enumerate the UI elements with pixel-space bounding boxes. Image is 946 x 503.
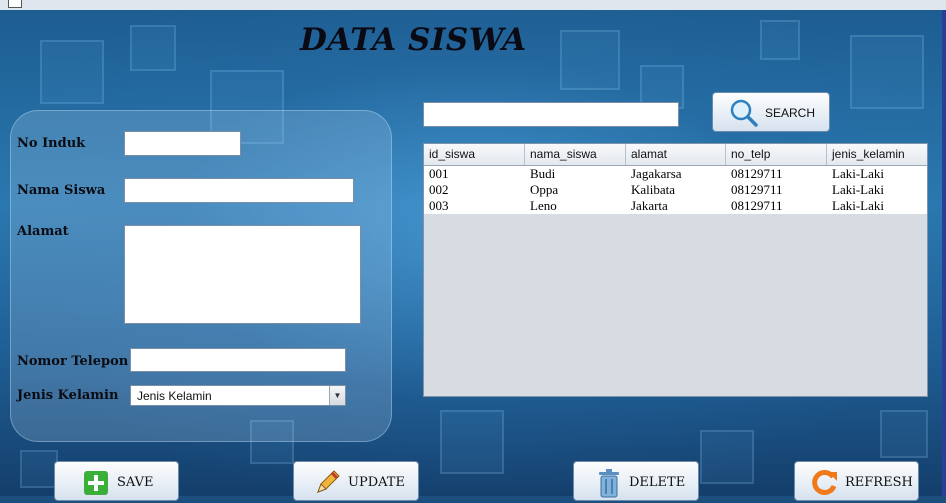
label-jenis-kelamin: Jenis Kelamin [17,388,119,403]
column-header[interactable]: nama_siswa [525,144,626,165]
plus-icon [83,470,109,501]
delete-button[interactable]: DELETE [573,461,699,501]
column-header[interactable]: no_telp [726,144,827,165]
table-cell: Budi [530,166,556,181]
table-cell: Leno [530,198,557,213]
search-input[interactable] [423,102,679,127]
search-button-label: SEARCH [765,106,816,120]
label-nomor-telepon: Nomor Telepon [17,354,129,369]
nama-siswa-input[interactable] [124,178,354,203]
save-button[interactable]: SAVE [54,461,179,501]
search-button[interactable]: SEARCH [712,92,830,132]
table-cell: 001 [429,166,449,181]
no-induk-input[interactable] [124,131,241,156]
table-row[interactable]: 003 Leno Jakarta 08129711 Laki-Laki [424,198,927,214]
page-title: DATA SISWA [300,22,527,58]
table-cell: 002 [429,182,449,197]
jenis-kelamin-select[interactable]: Jenis Kelamin ▼ [130,385,346,406]
table-cell: Jagakarsa [631,166,682,181]
table-cell: Jakarta [631,198,668,213]
table-cell: 08129711 [731,182,783,197]
window-icon [8,0,22,8]
trash-icon [596,468,622,503]
alamat-textarea[interactable] [124,225,361,324]
table-cell: Laki-Laki [832,166,884,181]
jenis-kelamin-selected: Jenis Kelamin [137,389,212,403]
data-table[interactable]: id_siswa nama_siswa alamat no_telp jenis… [423,143,928,397]
label-alamat: Alamat [17,224,69,239]
update-button-label: UPDATE [348,475,405,490]
table-cell: 08129711 [731,166,783,181]
table-cell: Laki-Laki [832,182,884,197]
window-border [942,10,946,496]
refresh-icon [811,468,839,501]
update-button[interactable]: UPDATE [293,461,419,501]
column-header[interactable]: id_siswa [424,144,525,165]
dropdown-arrow-icon[interactable]: ▼ [329,386,345,405]
table-row[interactable]: 001 Budi Jagakarsa 08129711 Laki-Laki [424,166,927,182]
refresh-button[interactable]: REFRESH [794,461,919,501]
magnifier-icon [729,98,759,133]
refresh-button-label: REFRESH [845,475,913,490]
delete-button-label: DELETE [629,475,686,490]
table-cell: 08129711 [731,198,783,213]
pencil-icon [314,468,342,501]
label-no-induk: No Induk [17,136,86,151]
table-cell: 003 [429,198,449,213]
save-button-label: SAVE [117,475,154,490]
table-row[interactable]: 002 Oppa Kalibata 08129711 Laki-Laki [424,182,927,198]
table-header: id_siswa nama_siswa alamat no_telp jenis… [424,144,927,166]
column-header[interactable]: alamat [626,144,726,165]
nomor-telepon-input[interactable] [130,348,346,372]
label-nama-siswa: Nama Siswa [17,183,106,198]
table-cell: Kalibata [631,182,676,197]
table-cell: Oppa [530,182,559,197]
column-header[interactable]: jenis_kelamin [827,144,927,165]
table-cell: Laki-Laki [832,198,884,213]
